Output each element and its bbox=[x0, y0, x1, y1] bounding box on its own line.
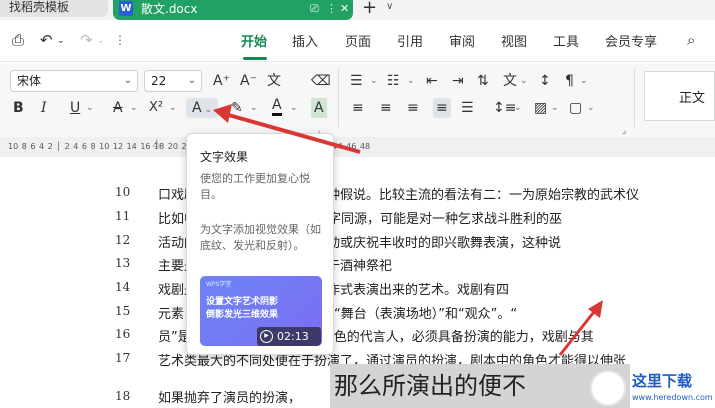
annotation-arrowhead-top bbox=[213, 104, 232, 123]
annotation-arrow-top bbox=[224, 112, 361, 154]
annotation-arrows bbox=[213, 104, 603, 356]
logo-url: www.heredown.com bbox=[632, 393, 713, 402]
logo-emblem-icon bbox=[590, 370, 626, 406]
logo-text: 这里下载 bbox=[632, 372, 693, 390]
annotation-arrow-bottom bbox=[558, 307, 599, 356]
watermark-logo: 这里下载 www.heredown.com bbox=[582, 368, 715, 408]
